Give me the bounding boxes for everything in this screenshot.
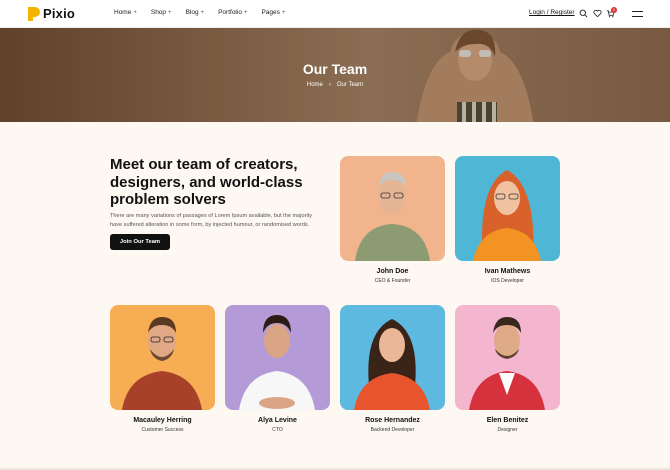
team-card: Elen Benitez Designer — [455, 305, 560, 433]
member-photo[interactable] — [225, 305, 330, 410]
logo-icon — [28, 6, 40, 21]
member-name: Elen Benitez — [486, 417, 529, 424]
heart-icon[interactable] — [593, 9, 602, 18]
search-icon[interactable] — [579, 9, 588, 18]
main-nav: Home + Shop + Blog + Portfolio + Pages + — [114, 9, 285, 16]
member-photo[interactable] — [110, 305, 215, 410]
portrait-illustration — [455, 156, 560, 261]
team-card: Alya Levine CTO — [225, 305, 330, 433]
plus-icon: + — [243, 9, 248, 16]
member-photo[interactable] — [455, 305, 560, 410]
join-our-team-button[interactable]: Join Our Team — [110, 234, 170, 250]
site-header: Pixio Home + Shop + Blog + Portfolio + Pages… — [0, 0, 670, 28]
nav-portfolio-label: Portfolio — [218, 9, 242, 16]
member-name: John Doe — [376, 268, 409, 275]
portrait-illustration — [110, 305, 215, 410]
logo[interactable]: Pixio — [28, 6, 75, 21]
nav-pages[interactable]: Pages + — [261, 9, 285, 16]
team-card: John Doe CEO & Founder — [340, 156, 445, 284]
nav-home-label: Home — [114, 9, 132, 16]
menu-icon[interactable] — [632, 11, 643, 17]
nav-shop[interactable]: Shop + — [151, 9, 172, 16]
member-photo[interactable] — [455, 156, 560, 261]
member-name: Macauley Herring — [133, 417, 192, 424]
team-card: Macauley Herring Customer Success — [110, 305, 215, 433]
nav-shop-label: Shop — [150, 9, 167, 16]
member-role: IOS Developer — [491, 278, 524, 284]
member-role: Designer — [497, 427, 518, 433]
nav-blog-label: Blog — [185, 9, 199, 16]
portrait-illustration — [455, 305, 560, 410]
member-name: Ivan Mathews — [484, 268, 531, 275]
member-role: CTO — [272, 427, 283, 433]
login-register-link[interactable]: Login / Register — [529, 9, 575, 16]
page-banner: Our Team Home › Our Team — [0, 28, 670, 122]
section-description: There are many variations of passages of… — [110, 213, 313, 228]
cart-count-badge: 0 — [611, 7, 617, 13]
section-heading: Meet our team of creators, designers, an… — [110, 156, 303, 208]
plus-icon: + — [281, 9, 286, 16]
plus-icon: + — [133, 9, 137, 16]
member-role: Backend Developer — [370, 427, 415, 433]
breadcrumb-home[interactable]: Home — [307, 82, 323, 88]
portrait-illustration — [340, 305, 445, 410]
portrait-illustration — [225, 305, 330, 410]
breadcrumb-current: Our Team — [336, 82, 364, 88]
breadcrumb-separator-icon: › — [328, 82, 331, 88]
nav-blog[interactable]: Blog + — [186, 9, 205, 16]
page-title: Our Team — [302, 61, 368, 77]
member-name: Rose Hernandez — [365, 417, 420, 424]
nav-pages-label: Pages — [261, 9, 280, 16]
breadcrumb: Home › Our Team — [0, 82, 670, 88]
plus-icon: + — [200, 9, 205, 16]
portrait-illustration — [340, 156, 445, 261]
plus-icon: + — [168, 9, 172, 16]
nav-portfolio[interactable]: Portfolio + — [218, 9, 247, 16]
member-photo[interactable] — [340, 305, 445, 410]
member-role: CEO & Founder — [374, 278, 411, 284]
member-role: Customer Success — [141, 427, 184, 433]
team-card: Ivan Mathews IOS Developer — [455, 156, 560, 284]
nav-home[interactable]: Home + — [114, 9, 137, 16]
team-card: Rose Hernandez Backend Developer — [340, 305, 445, 433]
logo-text: Pixio — [43, 6, 76, 21]
member-photo[interactable] — [340, 156, 445, 261]
member-name: Alya Levine — [258, 417, 297, 424]
